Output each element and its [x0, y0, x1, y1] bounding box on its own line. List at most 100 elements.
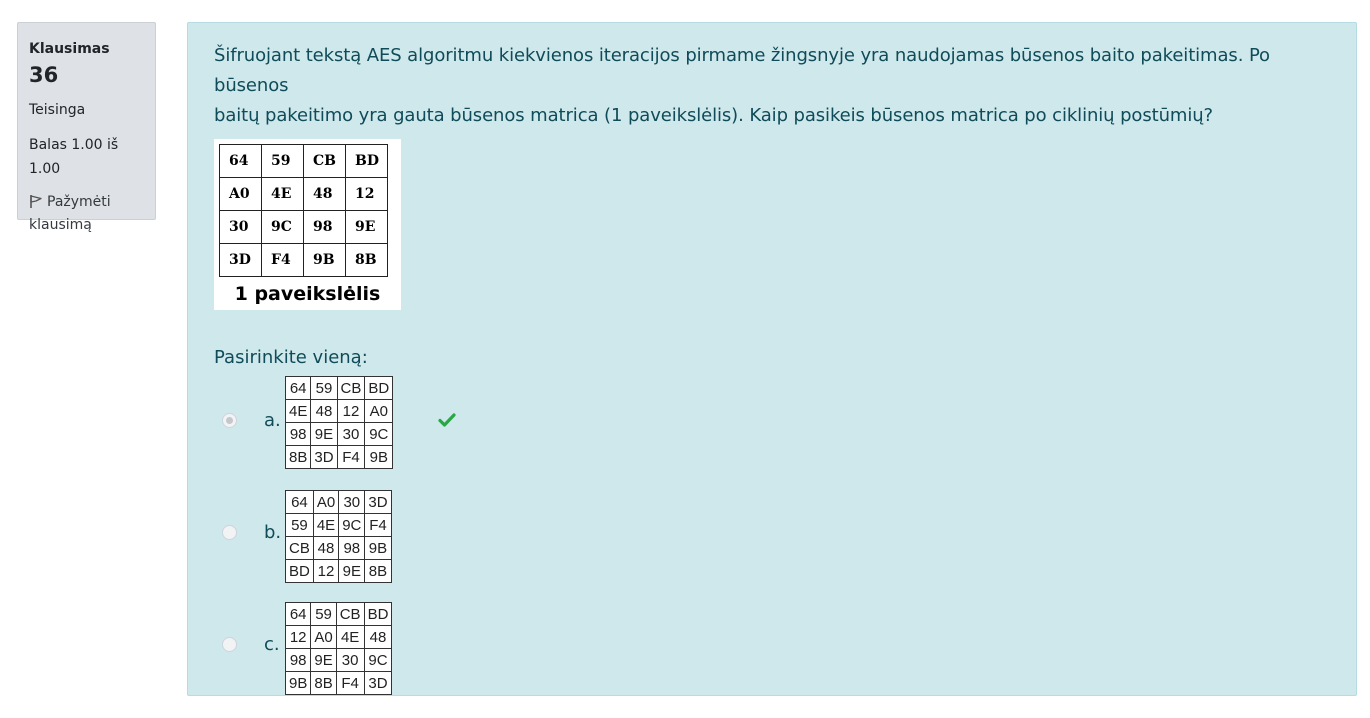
matrix-cell: 9B: [364, 536, 392, 560]
question-text-line-1: Šifruojant tekstą AES algoritmu kiekvien…: [214, 45, 1270, 96]
matrix-cell: 9E: [338, 559, 366, 583]
matrix-cell: 3D: [310, 445, 338, 469]
flag-icon: [29, 194, 47, 210]
question-content: Šifruojant tekstą AES algoritmu kiekvien…: [187, 22, 1357, 696]
answer-option-c[interactable]: c. 64 59 CB BD 12 A0 4E 48 98 9E 30 9C 9B 8B F4 3D: [214, 600, 1330, 712]
matrix-cell: 12: [336, 399, 366, 423]
matrix-cell: 64: [284, 376, 312, 400]
matrix-cell: 9E: [345, 210, 388, 244]
matrix-cell: A0: [312, 490, 340, 514]
matrix-cell: 30: [338, 490, 366, 514]
answer-prompt: Pasirinkite vieną:: [214, 347, 368, 368]
matrix-cell: 8B: [310, 671, 337, 695]
answer-option-b[interactable]: b. 64 A0 30 3D 59 4E 9C F4 CB 48 98 9B BD 12 9E 8B: [214, 488, 1330, 600]
matrix-cell: 9C: [261, 210, 304, 244]
matrix-row: 8B 3D F4 9B: [284, 445, 394, 469]
answer-matrix-table: 64 59 CB BD 12 A0 4E 48 98 9E 30 9C 9B 8B F4 3D: [284, 602, 393, 695]
matrix-row: 12 A0 4E 48: [284, 625, 393, 649]
answer-radio[interactable]: [222, 525, 237, 540]
matrix-row: 64 59 CB BD: [284, 376, 394, 400]
matrix-cell: 64: [285, 490, 314, 514]
matrix-cell: 59: [310, 376, 338, 400]
matrix-cell: 98: [284, 422, 312, 446]
answer-letter: c.: [264, 634, 280, 655]
matrix-cell: 64: [219, 144, 262, 178]
matrix-cell: 12: [345, 177, 388, 211]
matrix-cell: BD: [363, 602, 393, 626]
matrix-row: 64 A0 30 3D: [285, 490, 392, 514]
matrix-cell: 9C: [364, 422, 394, 446]
matrix-cell: 8B: [284, 445, 312, 469]
matrix-cell: 8B: [364, 559, 392, 583]
matrix-row: CB 48 98 9B: [285, 536, 392, 560]
matrix-cell: 9E: [310, 422, 338, 446]
matrix-cell: F4: [364, 513, 392, 537]
matrix-cell: 98: [284, 648, 312, 672]
matrix-cell: 30: [219, 210, 262, 244]
grade-line-1: Balas 1.00 iš: [29, 137, 119, 153]
matrix-cell: 48: [363, 625, 393, 649]
question-text-line-2: baitų pakeitimo yra gauta būsenos matric…: [214, 105, 1213, 126]
grade-line-2: 1.00: [29, 161, 61, 177]
matrix-cell: BD: [364, 376, 394, 400]
question-info-panel: Klausimas 36 Teisinga Balas 1.00 iš 1.00…: [17, 22, 156, 233]
matrix-cell: 98: [303, 210, 346, 244]
question-number: 36: [29, 63, 59, 87]
answer-radio[interactable]: [222, 637, 237, 652]
flag-label-line-1: Pažymėti: [47, 194, 111, 210]
answer-radio[interactable]: [222, 413, 237, 428]
matrix-cell: A0: [219, 177, 262, 211]
matrix-cell: 12: [284, 625, 312, 649]
matrix-cell: 30: [335, 648, 365, 672]
matrix-cell: CB: [285, 536, 314, 560]
flag-label-line-2: klausimą: [29, 217, 92, 233]
matrix-cell: F4: [261, 243, 304, 277]
matrix-cell: 4E: [335, 625, 365, 649]
matrix-cell: 59: [261, 144, 304, 178]
matrix-cell: 64: [284, 602, 312, 626]
matrix-cell: 8B: [345, 243, 388, 277]
matrix-row: 98 9E 30 9C: [284, 648, 393, 672]
matrix-cell: CB: [335, 602, 365, 626]
matrix-cell: 4E: [284, 399, 312, 423]
matrix-cell: 30: [336, 422, 366, 446]
matrix-cell: 3D: [363, 671, 393, 695]
matrix-cell: BD: [285, 559, 314, 583]
matrix-row: 30 9C 98 9E: [219, 210, 388, 244]
matrix-row: 4E 48 12 A0: [284, 399, 394, 423]
matrix-cell: 9C: [338, 513, 366, 537]
matrix-row: 9B 8B F4 3D: [284, 671, 393, 695]
matrix-cell: 9B: [303, 243, 346, 277]
matrix-cell: 59: [310, 602, 337, 626]
matrix-cell: 4E: [261, 177, 304, 211]
matrix-cell: 59: [285, 513, 314, 537]
answer-option-a[interactable]: a. 64 59 CB BD 4E 48 12 A0 98 9E 30 9C 8B 3D F4 9B: [214, 376, 1330, 488]
matrix-cell: 9B: [364, 445, 394, 469]
matrix-row: 64 59 CB BD: [219, 144, 388, 178]
answer-letter: b.: [264, 522, 282, 543]
matrix-cell: BD: [345, 144, 388, 178]
state-matrix-table: 64 59 CB BD A0 4E 48 12 30 9C 98 9E 3D F4 9B 8B: [219, 144, 388, 277]
matrix-cell: 48: [310, 399, 338, 423]
answer-letter: a.: [264, 410, 281, 431]
matrix-cell: CB: [303, 144, 346, 178]
question-text: Šifruojant tekstą AES algoritmu kiekvien…: [214, 41, 1330, 131]
matrix-cell: 48: [312, 536, 340, 560]
matrix-row: 59 4E 9C F4: [285, 513, 392, 537]
figure-caption: 1 paveikslėlis: [234, 283, 381, 305]
matrix-cell: A0: [310, 625, 337, 649]
matrix-cell: 9E: [310, 648, 337, 672]
matrix-cell: 3D: [364, 490, 392, 514]
matrix-cell: A0: [364, 399, 394, 423]
matrix-row: 98 9E 30 9C: [284, 422, 394, 446]
matrix-cell: F4: [335, 671, 365, 695]
answer-list: a. 64 59 CB BD 4E 48 12 A0 98 9E 30 9C 8B 3D F4 9B b. 64 A0…: [214, 376, 1330, 712]
check-icon: [438, 412, 456, 432]
matrix-cell: 12: [312, 559, 340, 583]
answer-matrix-table: 64 A0 30 3D 59 4E 9C F4 CB 48 98 9B BD 12 9E 8B: [285, 490, 392, 583]
matrix-cell: 98: [338, 536, 366, 560]
matrix-cell: 4E: [312, 513, 340, 537]
matrix-row: A0 4E 48 12: [219, 177, 388, 211]
matrix-cell: 48: [303, 177, 346, 211]
flag-question-link[interactable]: Pažymėti klausimą: [29, 191, 145, 237]
